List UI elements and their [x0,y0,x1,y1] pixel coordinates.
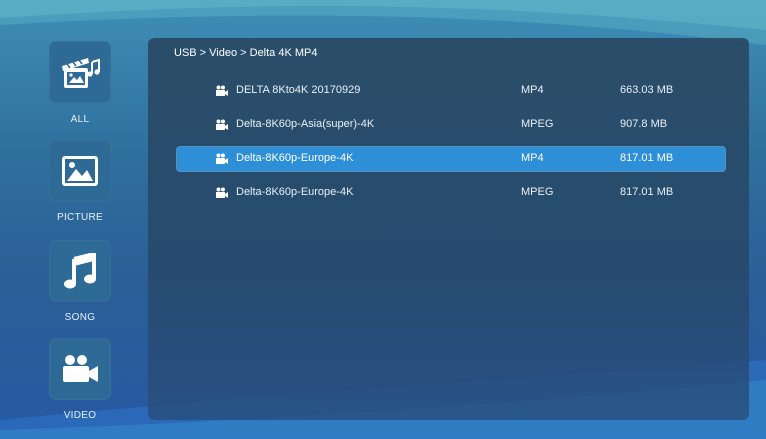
file-row-selected[interactable]: Delta-8K60p-Europe-4K MP4 817.01 MB [177,147,725,171]
breadcrumb: USB > Video > Delta 4K MP4 [174,47,318,59]
nav-item-picture[interactable]: PICTURE [0,130,148,226]
all-tile [49,41,111,103]
nav-label-song: SONG [64,312,96,323]
nav-item-all[interactable]: ALL [0,0,148,125]
nav-label-picture: PICTURE [57,212,103,223]
nav-label-video: VIDEO [63,410,97,421]
file-name: Delta-8K60p-Europe-4K [236,186,354,198]
file-browser-panel: USB > Video > Delta 4K MP4 DELTA 8Kto4K … [148,38,749,420]
file-format: MPEG [521,186,554,198]
file-name: Delta-8K60p-Asia(super)-4K [236,118,375,130]
video-file-icon [216,153,228,164]
category-sidebar: ALL PICTURE SONG VIDEO [0,0,148,439]
file-format: MP4 [521,84,544,96]
video-file-icon [216,119,228,130]
picture-tile [49,140,111,202]
nav-item-song[interactable]: SONG [0,230,148,326]
file-size: 817.01 MB [620,186,674,198]
file-name: Delta-8K60p-Europe-4K [236,152,354,164]
video-file-icon [216,187,228,198]
file-row[interactable]: DELTA 8Kto4K 20170929 MP4 663.03 MB [177,79,725,103]
video-tile [49,338,111,400]
video-camera-icon [63,355,98,382]
file-size: 663.03 MB [620,84,674,96]
file-size: 907.8 MB [620,118,668,130]
music-note-icon [64,253,96,289]
picture-icon [62,156,98,186]
file-row[interactable]: Delta-8K60p-Asia(super)-4K MPEG 907.8 MB [177,113,725,137]
nav-label-all: ALL [70,114,90,125]
video-file-icon [216,85,228,96]
file-name: DELTA 8Kto4K 20170929 [236,84,361,96]
file-format: MP4 [521,152,544,164]
media-collage-icon [62,58,100,88]
file-list: DELTA 8Kto4K 20170929 MP4 663.03 MB Delt… [177,79,725,215]
nav-item-video[interactable]: VIDEO [0,328,148,424]
file-row[interactable]: Delta-8K60p-Europe-4K MPEG 817.01 MB [177,181,725,205]
file-format: MPEG [521,118,554,130]
song-tile [49,240,111,302]
file-size: 817.01 MB [620,152,674,164]
